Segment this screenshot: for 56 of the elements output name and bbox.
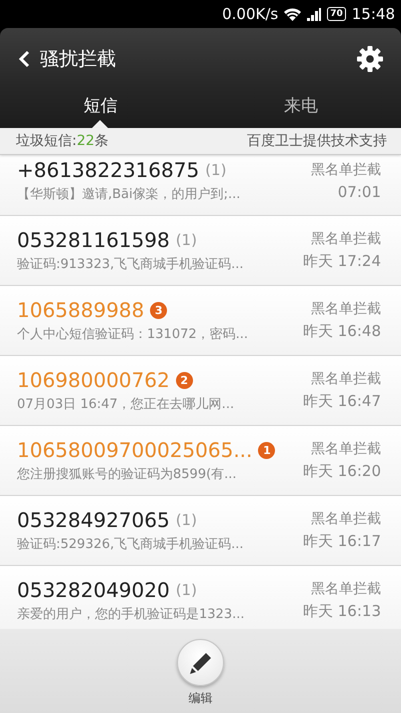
message-time: 昨天 16:47 [303,392,381,411]
edit-button[interactable] [177,639,224,686]
message-count: (1) [205,161,226,179]
message-preview: 【华斯顿】邀请,Bāi傢楽，的用户到;... [17,186,242,203]
message-preview: 个人中心短信验证码：131072，密码... [17,326,250,343]
pencil-icon [188,650,212,674]
clock: 15:48 [352,5,395,23]
back-icon [18,50,30,68]
block-reason: 黑名单拦截 [311,440,381,458]
sender-number: 10658009700025065... [17,438,252,462]
wifi-icon [284,8,302,20]
message-row[interactable]: 106980000762 2 07月03日 16:47，您正在去哪儿网... 黑名单拦截 昨天 16:47 [0,356,401,426]
sender-number: 106980000762 [17,368,170,392]
message-time: 昨天 16:13 [303,602,381,621]
message-preview: 亲爱的用户，您的手机验证码是1323... [17,606,246,623]
sender-number: 053282049020 [17,578,170,602]
message-time: 07:01 [338,182,381,200]
message-preview: 验证码:529326,飞飞商城手机验证码... [17,536,245,553]
message-row[interactable]: 10658009700025065... 1 您注册搜狐账号的验证码为8599(有... 黑名单拦截 昨天 16:20 [0,426,401,496]
unread-badge: 1 [258,442,276,458]
block-reason: 黑名单拦截 [311,510,381,528]
provider-note: 百度卫士提供技术支持 [247,132,387,150]
message-count: (1) [176,581,197,599]
settings-button[interactable] [355,44,385,74]
message-time: 昨天 16:20 [303,462,381,481]
message-time: 昨天 16:17 [303,532,381,551]
message-row[interactable]: 053281161598 (1) 验证码:913323,飞飞商城手机验证码... 黑名单拦截 昨天 17:24 [0,216,401,286]
settings-icon [357,46,383,72]
message-preview: 07月03日 16:47，您正在去哪儿网... [17,396,236,413]
unread-badge: 3 [150,302,168,318]
message-row[interactable]: 1065889988 3 个人中心短信验证码：131072，密码... 黑名单拦截 昨天 16:48 [0,286,401,356]
message-preview: 验证码:913323,飞飞商城手机验证码... [17,256,245,273]
spam-count-label: 垃圾短信:22条 [16,132,109,150]
tab[interactable]: 来电 [200,90,401,128]
back-button[interactable]: 骚扰拦截 [14,42,120,76]
block-reason: 黑名单拦截 [311,370,381,388]
message-time: 昨天 17:24 [303,252,381,271]
block-reason: 黑名单拦截 [311,160,381,178]
block-reason: 黑名单拦截 [311,580,381,598]
message-count: (1) [176,511,197,529]
message-preview: 您注册搜狐账号的验证码为8599(有... [17,466,238,483]
unread-badge: 2 [176,372,193,388]
network-speed: 0.00K/s [222,5,278,23]
signal-icon [307,8,322,20]
message-row[interactable]: 053284927065 (1) 验证码:529326,飞飞商城手机验证码... 黑名单拦截 昨天 16:17 [0,496,401,566]
message-count: (1) [176,231,197,249]
block-reason: 黑名单拦截 [311,230,381,248]
message-time: 昨天 16:48 [303,322,381,341]
sender-number: 053284927065 [17,508,170,532]
sender-number: +8613822316875 [17,158,200,182]
block-reason: 黑名单拦截 [311,300,381,318]
sender-number: 1065889988 [17,298,144,322]
message-row[interactable]: +8613822316875 (1) 【华斯顿】邀请,Bāi傢楽，的用户到;... 黑名单拦截 07:01 [0,155,401,216]
battery-icon: 70 [327,7,346,21]
sender-number: 053281161598 [17,228,170,252]
edit-label: 编辑 [188,690,212,707]
